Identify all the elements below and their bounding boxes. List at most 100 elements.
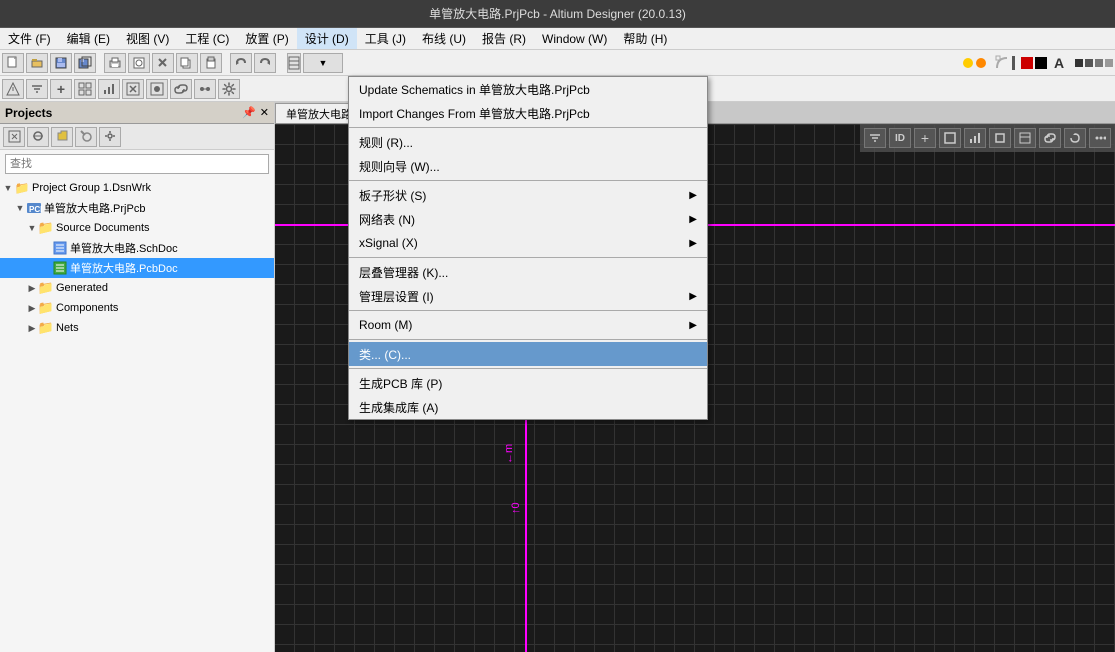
pcb-tb-add[interactable]: +: [914, 128, 936, 148]
tb2-chart[interactable]: [98, 79, 120, 99]
tb2-settings[interactable]: [218, 79, 240, 99]
pcb-tb-chart[interactable]: [964, 128, 986, 148]
proj-tb-1[interactable]: [3, 127, 25, 147]
expand-icon-group: ▼: [2, 182, 14, 194]
menu-rules-wizard[interactable]: 规则向导 (W)...: [349, 154, 707, 178]
menu-project[interactable]: 工程 (C): [177, 28, 237, 49]
tb-paste[interactable]: [200, 53, 222, 73]
menu-route[interactable]: 布线 (U): [414, 28, 474, 49]
proj-tb-2[interactable]: [27, 127, 49, 147]
pin-icon[interactable]: 📌: [242, 106, 256, 119]
menu-place[interactable]: 放置 (P): [237, 28, 296, 49]
menu-classes[interactable]: 类... (C)...: [349, 342, 707, 366]
tb-extra2[interactable]: ▼: [303, 53, 343, 73]
separator-5: [349, 339, 707, 340]
indicator-dots: [957, 58, 986, 68]
tb-save[interactable]: [50, 53, 72, 73]
menu-file[interactable]: 文件 (F): [0, 28, 59, 49]
menu-layer-settings[interactable]: 管理层设置 (I) ▶: [349, 284, 707, 308]
nets-label: Nets: [56, 322, 79, 334]
title-text: 单管放大电路.PrjPcb - Altium Designer (20.0.13…: [429, 5, 686, 22]
menu-edit[interactable]: 编辑 (E): [59, 28, 118, 49]
tb-extra1[interactable]: [287, 53, 301, 73]
projects-panel-title: Projects: [5, 106, 52, 120]
menu-help[interactable]: 帮助 (H): [615, 28, 675, 49]
tb2-more1[interactable]: [122, 79, 144, 99]
close-icon[interactable]: ✕: [260, 106, 269, 119]
menu-rules[interactable]: 规则 (R)...: [349, 130, 707, 154]
tb-redo[interactable]: [254, 53, 276, 73]
tb-cut[interactable]: [152, 53, 174, 73]
color-black: [1035, 57, 1047, 69]
pcb-file-icon: [52, 260, 68, 276]
separator-2: [349, 180, 707, 181]
tree-generated[interactable]: ▶ 📁 Generated: [0, 278, 274, 298]
tb2-1[interactable]: [2, 79, 24, 99]
tb2-more2[interactable]: [146, 79, 168, 99]
tree-project-group[interactable]: ▼ 📁 Project Group 1.DsnWrk: [0, 178, 274, 198]
menu-layer-stack-label: 层叠管理器 (K)...: [359, 264, 697, 281]
menu-xsignal[interactable]: xSignal (X) ▶: [349, 231, 707, 255]
menu-design[interactable]: 设计 (D): [297, 28, 357, 49]
menu-update-sch[interactable]: Update Schematics in 单管放大电路.PrjPcb: [349, 77, 707, 101]
menu-rules-wizard-label: 规则向导 (W)...: [359, 158, 697, 175]
pcb-tb-frame[interactable]: [939, 128, 961, 148]
svg-text:PCB: PCB: [29, 205, 42, 214]
pcb-tb-square[interactable]: [989, 128, 1011, 148]
tree-project[interactable]: ▼ PCB 单管放大电路.PrjPcb: [0, 198, 274, 218]
pcb-tb-more[interactable]: [1014, 128, 1036, 148]
tree-nets[interactable]: ▶ 📁 Nets: [0, 318, 274, 338]
tb-print[interactable]: [104, 53, 126, 73]
tb-new[interactable]: [2, 53, 24, 73]
pcb-tb-filter[interactable]: [864, 128, 886, 148]
menu-layer-stack[interactable]: 层叠管理器 (K)...: [349, 260, 707, 284]
menu-classes-label: 类... (C)...: [359, 346, 697, 363]
tree-source-documents[interactable]: ▼ 📁 Source Documents: [0, 218, 274, 238]
tree-pcb-file[interactable]: ▶ 单管放大电路.PcbDoc: [0, 258, 274, 278]
arc-icon: [994, 55, 1010, 71]
tb-open[interactable]: [26, 53, 48, 73]
tb-save-all[interactable]: [74, 53, 96, 73]
tb-copy[interactable]: [176, 53, 198, 73]
expand-icon-comp: ▶: [26, 302, 38, 314]
arrow-xsignal: ▶: [689, 238, 697, 249]
menu-room[interactable]: Room (M) ▶: [349, 313, 707, 337]
tb2-link[interactable]: [170, 79, 192, 99]
projects-header-icons: 📌 ✕: [242, 106, 269, 119]
menu-report[interactable]: 报告 (R): [474, 28, 534, 49]
pcb-tb-rotate[interactable]: [1064, 128, 1086, 148]
source-folder-icon: 📁: [38, 220, 54, 236]
proj-tb-3[interactable]: [51, 127, 73, 147]
pcb-tb-extra[interactable]: [1089, 128, 1111, 148]
search-input[interactable]: [5, 154, 269, 174]
menu-netlist[interactable]: 网络表 (N) ▶: [349, 207, 707, 231]
menu-board-shape[interactable]: 板子形状 (S) ▶: [349, 183, 707, 207]
title-bar: 单管放大电路.PrjPcb - Altium Designer (20.0.13…: [0, 0, 1115, 28]
tree-sch-file[interactable]: ▶ 单管放大电路.SchDoc: [0, 238, 274, 258]
menu-gen-int-lib[interactable]: 生成集成库 (A): [349, 395, 707, 419]
menu-view[interactable]: 视图 (V): [118, 28, 177, 49]
tb2-add[interactable]: +: [50, 79, 72, 99]
tb2-filter[interactable]: [26, 79, 48, 99]
svg-text:A: A: [1054, 55, 1064, 71]
proj-tb-settings[interactable]: [99, 127, 121, 147]
tb-preview[interactable]: [128, 53, 150, 73]
pcb-label-2: ↑0: [510, 502, 522, 514]
menu-tools[interactable]: 工具 (J): [357, 28, 414, 49]
tb2-more3[interactable]: [194, 79, 216, 99]
expand-icon-gen: ▶: [26, 282, 38, 294]
tree-components[interactable]: ▶ 📁 Components: [0, 298, 274, 318]
menu-gen-int-lib-label: 生成集成库 (A): [359, 399, 697, 416]
project-icon: PCB: [26, 200, 42, 216]
pcb-tb-link2[interactable]: [1039, 128, 1061, 148]
yellow-indicator: [963, 58, 973, 68]
tb2-grid[interactable]: [74, 79, 96, 99]
menu-gen-pcb-lib[interactable]: 生成PCB 库 (P): [349, 371, 707, 395]
proj-tb-4[interactable]: [75, 127, 97, 147]
menu-import-changes[interactable]: Import Changes From 单管放大电路.PrjPcb: [349, 101, 707, 125]
tb-undo[interactable]: [230, 53, 252, 73]
menu-window[interactable]: Window (W): [534, 30, 615, 48]
project-group-label: Project Group 1.DsnWrk: [32, 182, 151, 194]
menu-rules-label: 规则 (R)...: [359, 134, 697, 151]
pcb-tb-id[interactable]: ID: [889, 128, 911, 148]
